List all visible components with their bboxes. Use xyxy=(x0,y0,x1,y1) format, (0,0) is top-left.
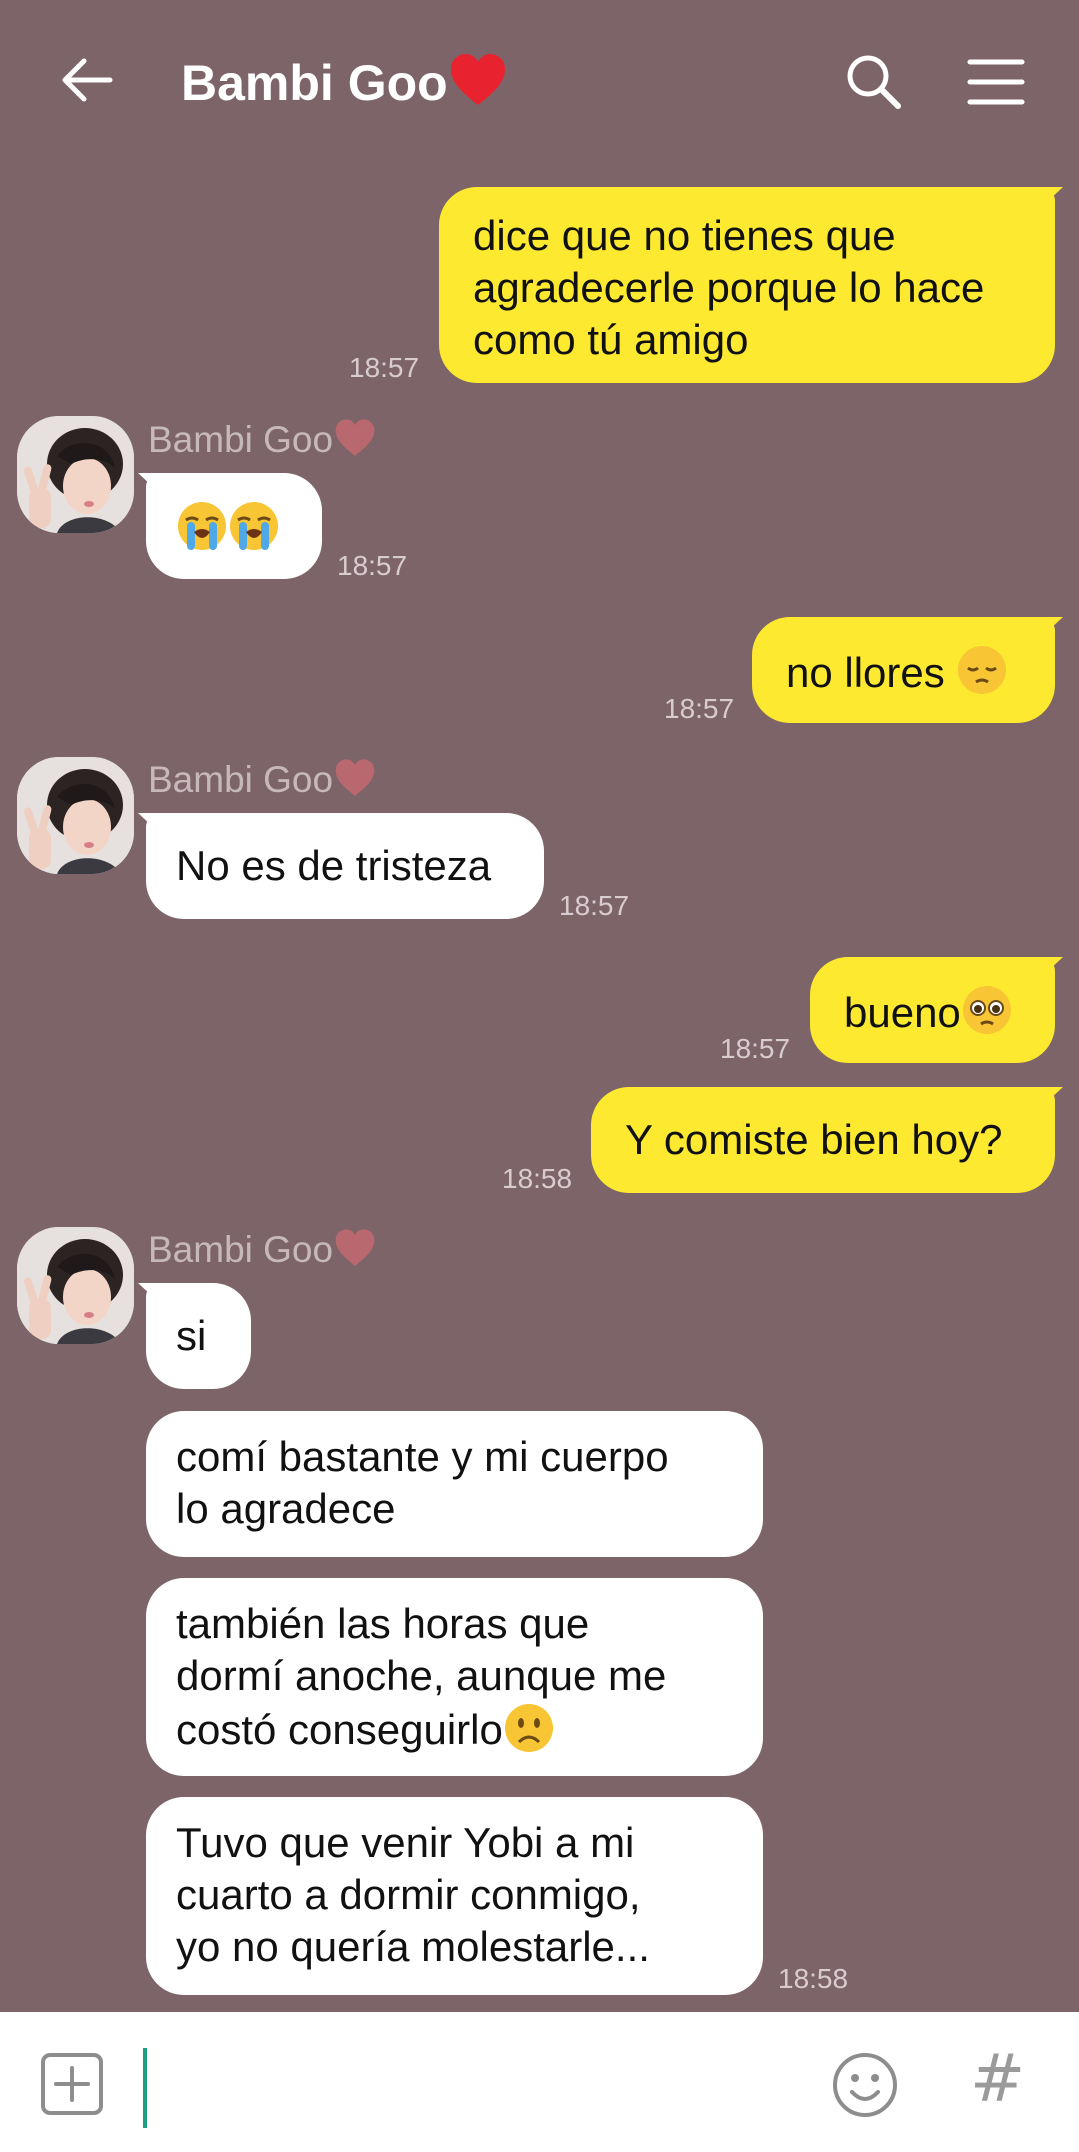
message-text: si xyxy=(176,1312,207,1359)
heart-icon xyxy=(333,1229,377,1270)
frowning-face-icon xyxy=(503,1702,555,1766)
outgoing-message-bubble[interactable]: no llores xyxy=(752,617,1055,723)
incoming-message-bubble[interactable] xyxy=(146,473,322,579)
sender-name: Bambi Goo xyxy=(148,1228,377,1271)
sender-name: Bambi Goo xyxy=(148,758,377,801)
heart-icon xyxy=(448,54,508,111)
message-time: 18:57 xyxy=(664,693,735,724)
chat-title-name: Bambi Goo xyxy=(181,55,448,111)
chat-title: Bambi Goo xyxy=(181,52,508,113)
sender-name-text: Bambi Goo xyxy=(148,1229,334,1270)
emoji-icon[interactable] xyxy=(830,2050,900,2120)
message-time: 18:57 xyxy=(720,1033,791,1064)
pensive-face-icon xyxy=(956,644,1008,708)
message-input[interactable] xyxy=(143,2048,147,2128)
menu-icon[interactable] xyxy=(960,46,1032,118)
heart-icon xyxy=(333,419,377,460)
message-time: 18:58 xyxy=(502,1163,573,1194)
message-text: Y comiste bien hoy? xyxy=(625,1116,1003,1163)
heart-icon xyxy=(333,759,377,800)
message-time: 18:57 xyxy=(337,550,408,581)
message-text: Tuvo que venir Yobi a mi cuarto a dormir… xyxy=(176,1819,650,1970)
message-text: bueno xyxy=(844,989,961,1037)
message-text: no llores xyxy=(786,649,957,697)
pleading-face-icon xyxy=(961,984,1013,1048)
contact-avatar[interactable] xyxy=(17,1227,134,1344)
loudly-crying-face-icon xyxy=(176,500,228,564)
contact-avatar[interactable] xyxy=(17,757,134,874)
chat-header: Bambi Goo xyxy=(0,0,1079,165)
add-attachment-icon[interactable] xyxy=(40,2052,104,2116)
sender-name-text: Bambi Goo xyxy=(148,419,334,460)
message-time: 18:57 xyxy=(559,890,630,921)
incoming-message-bubble[interactable]: No es de tristeza xyxy=(146,813,544,919)
outgoing-message-bubble[interactable]: dice que no tienes que agradecerle porqu… xyxy=(439,187,1055,383)
outgoing-message-bubble[interactable]: Y comiste bien hoy? xyxy=(591,1087,1055,1193)
message-text: No es de tristeza xyxy=(176,842,492,889)
message-text: también las horas que dormí anoche, aunq… xyxy=(176,1600,667,1753)
loudly-crying-face-icon xyxy=(228,500,280,564)
incoming-message-bubble[interactable]: también las horas que dormí anoche, aunq… xyxy=(146,1578,763,1776)
sender-name-text: Bambi Goo xyxy=(148,759,334,800)
outgoing-message-bubble[interactable]: bueno xyxy=(810,957,1055,1063)
message-text: dice que no tienes que agradecerle porqu… xyxy=(473,212,985,363)
incoming-message-bubble[interactable]: comí bastante y mi cuerpo lo agradece xyxy=(146,1411,763,1557)
message-time: 18:58 xyxy=(778,1963,849,1994)
sender-name: Bambi Goo xyxy=(148,418,377,461)
message-text: comí bastante y mi cuerpo lo agradece xyxy=(176,1433,669,1532)
incoming-message-bubble[interactable]: Tuvo que venir Yobi a mi cuarto a dormir… xyxy=(146,1797,763,1995)
incoming-message-bubble[interactable]: si xyxy=(146,1283,251,1389)
message-time: 18:57 xyxy=(349,352,420,383)
contact-avatar[interactable] xyxy=(17,416,134,533)
back-arrow-icon[interactable] xyxy=(52,44,124,116)
hashtag-button[interactable]: # xyxy=(970,2044,1025,2114)
message-composer: # xyxy=(0,2012,1079,2152)
search-icon[interactable] xyxy=(838,46,910,118)
